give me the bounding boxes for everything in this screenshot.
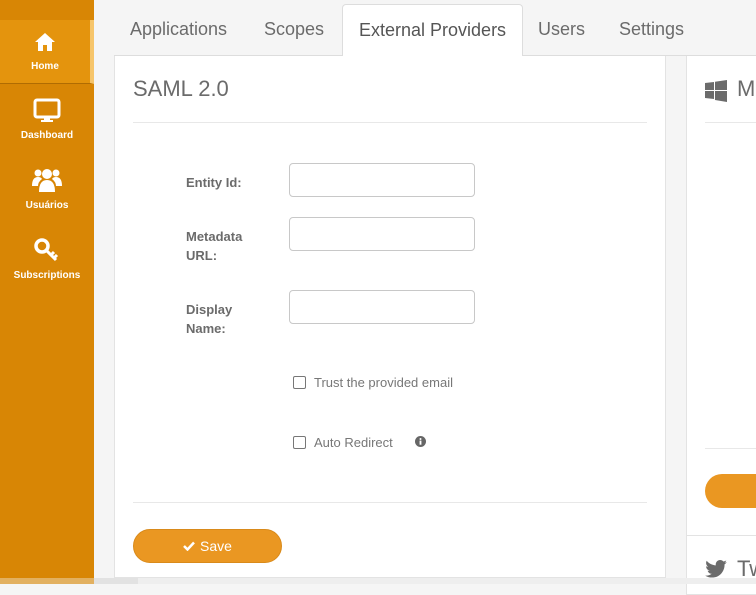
microsoft-panel: M bbox=[686, 56, 756, 551]
sidebar-item-label: Subscriptions bbox=[13, 270, 81, 281]
sidebar-item-label: Home bbox=[31, 61, 59, 72]
auto-redirect-checkbox[interactable] bbox=[293, 436, 306, 449]
twitter-panel: Tw bbox=[686, 535, 756, 595]
twitter-icon bbox=[705, 560, 727, 578]
divider bbox=[705, 448, 756, 449]
tab-bar: Applications Scopes External Providers U… bbox=[114, 0, 756, 57]
saml-panel: SAML 2.0 Entity Id: Metadata URL: Displa… bbox=[114, 56, 666, 578]
tab-settings[interactable]: Settings bbox=[603, 4, 700, 56]
users-icon bbox=[32, 169, 62, 192]
tab-external-providers[interactable]: External Providers bbox=[342, 4, 524, 57]
metadata-url-label: Metadata URL: bbox=[186, 227, 242, 265]
scrollbar-thumb[interactable] bbox=[94, 578, 138, 584]
save-button-label: Save bbox=[200, 538, 232, 554]
check-icon bbox=[183, 541, 195, 551]
windows-icon bbox=[705, 80, 727, 102]
entity-id-label: Entity Id: bbox=[186, 173, 242, 192]
trust-email-label[interactable]: Trust the provided email bbox=[314, 375, 453, 390]
label-text: Metadata bbox=[186, 229, 243, 244]
sidebar-item-subscriptions[interactable]: Subscriptions bbox=[0, 230, 94, 294]
home-icon bbox=[35, 33, 55, 51]
label-text: Display bbox=[186, 302, 233, 317]
display-name-label: Display Name: bbox=[186, 300, 232, 338]
tab-users[interactable]: Users bbox=[522, 4, 601, 56]
trust-email-row: Trust the provided email bbox=[293, 375, 453, 390]
sidebar-item-dashboard[interactable]: Dashboard bbox=[0, 90, 94, 154]
divider bbox=[133, 502, 647, 503]
tab-scopes[interactable]: Scopes bbox=[248, 4, 340, 56]
microsoft-save-button[interactable] bbox=[705, 474, 756, 508]
divider bbox=[705, 122, 756, 123]
label-text: Name: bbox=[186, 321, 226, 336]
sidebar-item-label: Usuários bbox=[25, 200, 69, 211]
display-name-input[interactable] bbox=[289, 290, 475, 324]
panel-title: SAML 2.0 bbox=[133, 76, 229, 101]
label-text: Entity Id: bbox=[186, 175, 242, 190]
trust-email-checkbox[interactable] bbox=[293, 376, 306, 389]
sidebar: Home Dashboard Usuários Subscriptions bbox=[0, 0, 94, 584]
sidebar-item-usuarios[interactable]: Usuários bbox=[0, 160, 94, 224]
entity-id-input[interactable] bbox=[289, 163, 475, 197]
horizontal-scrollbar[interactable] bbox=[94, 578, 756, 584]
auto-redirect-row: Auto Redirect bbox=[293, 435, 613, 450]
monitor-icon bbox=[33, 98, 61, 122]
sidebar-item-label: Dashboard bbox=[20, 130, 74, 141]
sidebar-bottom-strip bbox=[0, 578, 94, 584]
label-text: URL: bbox=[186, 248, 218, 263]
save-button[interactable]: Save bbox=[133, 529, 282, 563]
microsoft-panel-title: M bbox=[737, 76, 756, 101]
key-icon bbox=[34, 238, 59, 262]
metadata-url-input[interactable] bbox=[289, 217, 475, 251]
divider bbox=[133, 122, 647, 123]
tab-applications[interactable]: Applications bbox=[114, 4, 243, 56]
sidebar-item-home[interactable]: Home bbox=[0, 20, 94, 84]
auto-redirect-label[interactable]: Auto Redirect bbox=[314, 435, 393, 450]
info-circle-icon[interactable] bbox=[415, 436, 426, 447]
